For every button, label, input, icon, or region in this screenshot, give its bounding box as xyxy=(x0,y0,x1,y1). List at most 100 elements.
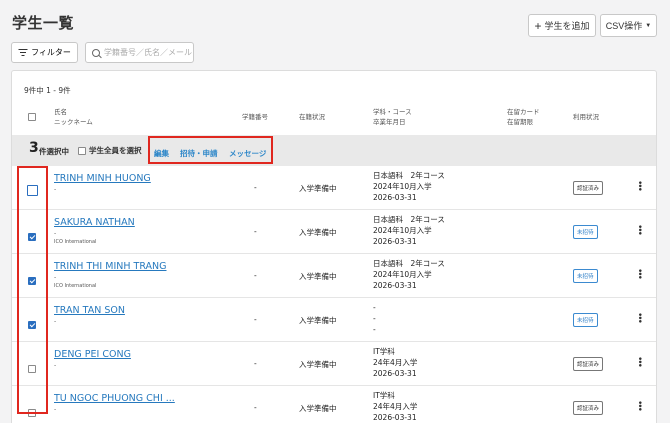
student-name-link[interactable]: TRINH MINH HUONG xyxy=(54,173,151,184)
enroll-date: 24年4月入学 xyxy=(373,402,418,411)
more-options-icon[interactable]: ••• xyxy=(634,224,644,234)
student-name-link[interactable]: TU NGOC PHUONG CHI ... xyxy=(54,393,175,404)
header-student-no: 学籍番号 xyxy=(242,113,268,121)
select-all-students[interactable]: 学生全員を選択 xyxy=(78,145,142,156)
usage-status-badge: 認証済み xyxy=(573,181,604,195)
page-title: 学生一覧 xyxy=(12,14,75,32)
enrollment-status: 入学準備中 xyxy=(299,272,337,281)
table-row[interactable]: TU NGOC PHUONG CHI ... - - 入学準備中 IT学科 24年4月入学… xyxy=(12,386,656,423)
add-student-label: 学生を追加 xyxy=(544,21,590,31)
student-number: - xyxy=(254,359,257,368)
usage-status-badge: 認証済み xyxy=(573,401,604,415)
enroll-date: 2024年10月入学 xyxy=(373,226,432,235)
grad-date: 2026-03-31 xyxy=(373,237,417,246)
course-name: IT学科 xyxy=(373,391,395,400)
course-name: - xyxy=(373,303,376,312)
add-student-button[interactable]: + 学生を追加 xyxy=(528,14,596,37)
message-action[interactable]: メッセージ xyxy=(229,148,266,159)
invite-action[interactable]: 招待・申請 xyxy=(180,148,218,159)
row-checkbox[interactable] xyxy=(28,365,36,373)
table-row[interactable]: DENG PEI CONG - - 入学準備中 IT学科 24年4月入学 2026-03-3… xyxy=(12,342,656,386)
grad-date: - xyxy=(373,325,376,334)
selection-bar: 3 件選択中 学生全員を選択 編集 招待・申請 メッセージ xyxy=(12,135,656,166)
student-name-link[interactable]: TRINH THI MINH TRANG xyxy=(54,261,167,272)
course-info: 日本語科 2年コース 2024年10月入学 2026-03-31 xyxy=(373,258,445,291)
search-box[interactable] xyxy=(85,42,194,63)
table-row[interactable]: TRAN TAN SON - - 入学準備中 - - - 未招待 ••• xyxy=(12,298,656,342)
filter-icon xyxy=(18,49,28,56)
course-name: IT学科 xyxy=(373,347,395,356)
course-name: 日本語科 2年コース xyxy=(373,171,445,180)
grad-date: 2026-03-31 xyxy=(373,281,417,290)
student-number: - xyxy=(254,183,257,192)
usage-status-badge: 認証済み xyxy=(573,357,604,371)
usage-status-badge: 未招待 xyxy=(573,269,598,283)
header-grad: 卒業年月日 xyxy=(373,118,406,126)
course-info: IT学科 24年4月入学 2026-03-31 xyxy=(373,390,417,423)
student-name-link[interactable]: DENG PEI CONG xyxy=(54,349,131,360)
nickname: - xyxy=(54,274,57,281)
more-options-icon[interactable]: ••• xyxy=(634,312,644,322)
course-info: IT学科 24年4月入学 2026-03-31 xyxy=(373,346,417,379)
filter-button[interactable]: フィルター xyxy=(11,42,78,63)
csv-menu-button[interactable]: CSV操作 ▼ xyxy=(600,14,657,37)
csv-label: CSV操作 xyxy=(605,21,643,31)
table-header: 氏名 ニックネーム 学籍番号 在籍状況 学科・コース 卒業年月日 在留カード 在… xyxy=(12,102,656,135)
grad-date: 2026-03-31 xyxy=(373,413,417,422)
student-number: - xyxy=(254,315,257,324)
header-name: 氏名 xyxy=(54,108,67,116)
search-icon xyxy=(92,48,100,57)
student-number: - xyxy=(254,227,257,236)
more-options-icon[interactable]: ••• xyxy=(634,356,644,366)
grad-date: 2026-03-31 xyxy=(373,369,417,378)
grad-date: 2026-03-31 xyxy=(373,193,417,202)
search-input[interactable] xyxy=(104,48,192,57)
enrollment-status: 入学準備中 xyxy=(299,228,337,237)
table-row[interactable]: SAKURA NATHAN - ICO International - 入学準備中 日本語… xyxy=(12,210,656,254)
enroll-date: - xyxy=(373,314,376,323)
more-options-icon[interactable]: ••• xyxy=(634,268,644,278)
nickname: - xyxy=(54,318,57,325)
header-usage: 利用状況 xyxy=(573,113,599,121)
header-checkbox[interactable] xyxy=(28,113,36,121)
row-checkbox[interactable] xyxy=(28,409,36,417)
more-options-icon[interactable]: ••• xyxy=(634,400,644,410)
student-number: - xyxy=(254,403,257,412)
header-status: 在籍状況 xyxy=(299,113,325,121)
course-info: 日本語科 2年コース 2024年10月入学 2026-03-31 xyxy=(373,214,445,247)
enrollment-status: 入学準備中 xyxy=(299,404,337,413)
usage-status-badge: 未招待 xyxy=(573,313,598,327)
student-name-link[interactable]: TRAN TAN SON xyxy=(54,305,125,316)
header-nickname: ニックネーム xyxy=(54,118,93,126)
course-name: 日本語科 2年コース xyxy=(373,215,445,224)
more-options-icon[interactable]: ••• xyxy=(634,180,644,190)
enroll-date: 2024年10月入学 xyxy=(373,270,432,279)
student-table-panel: 9件中 1 - 9件 氏名 ニックネーム 学籍番号 在籍状況 学科・コース 卒業… xyxy=(11,70,657,423)
selected-count: 3 xyxy=(29,140,39,156)
nickname: - xyxy=(54,406,57,413)
course-info: 日本語科 2年コース 2024年10月入学 2026-03-31 xyxy=(373,170,445,203)
course-info: - - - xyxy=(373,302,376,335)
table-row[interactable]: TRINH MINH HUONG - - 入学準備中 日本語科 2年コース 2024年10… xyxy=(12,166,656,210)
filter-label: フィルター xyxy=(31,48,71,57)
student-name-link[interactable]: SAKURA NATHAN xyxy=(54,217,135,228)
row-checkbox[interactable] xyxy=(28,321,36,329)
row-checkbox[interactable] xyxy=(28,277,36,285)
bulk-actions-highlight: 編集 招待・申請 メッセージ xyxy=(148,136,273,164)
selected-label: 件選択中 xyxy=(39,147,69,156)
nickname: - xyxy=(54,230,57,237)
header-course: 学科・コース xyxy=(373,108,412,116)
header-card: 在留カード xyxy=(507,108,540,116)
agency-name: ICO International xyxy=(54,239,97,245)
row-checkbox[interactable] xyxy=(27,185,38,196)
row-checkbox[interactable] xyxy=(28,233,36,241)
edit-action[interactable]: 編集 xyxy=(154,148,169,159)
select-all-label: 学生全員を選択 xyxy=(89,146,142,155)
enrollment-status: 入学準備中 xyxy=(299,360,337,369)
nickname: - xyxy=(54,186,57,193)
student-number: - xyxy=(254,271,257,280)
select-all-checkbox[interactable] xyxy=(78,146,86,155)
table-row[interactable]: TRINH THI MINH TRANG - ICO International - 入… xyxy=(12,254,656,298)
header-card-expiry: 在留期限 xyxy=(507,118,533,126)
result-count: 9件中 1 - 9件 xyxy=(24,86,71,95)
